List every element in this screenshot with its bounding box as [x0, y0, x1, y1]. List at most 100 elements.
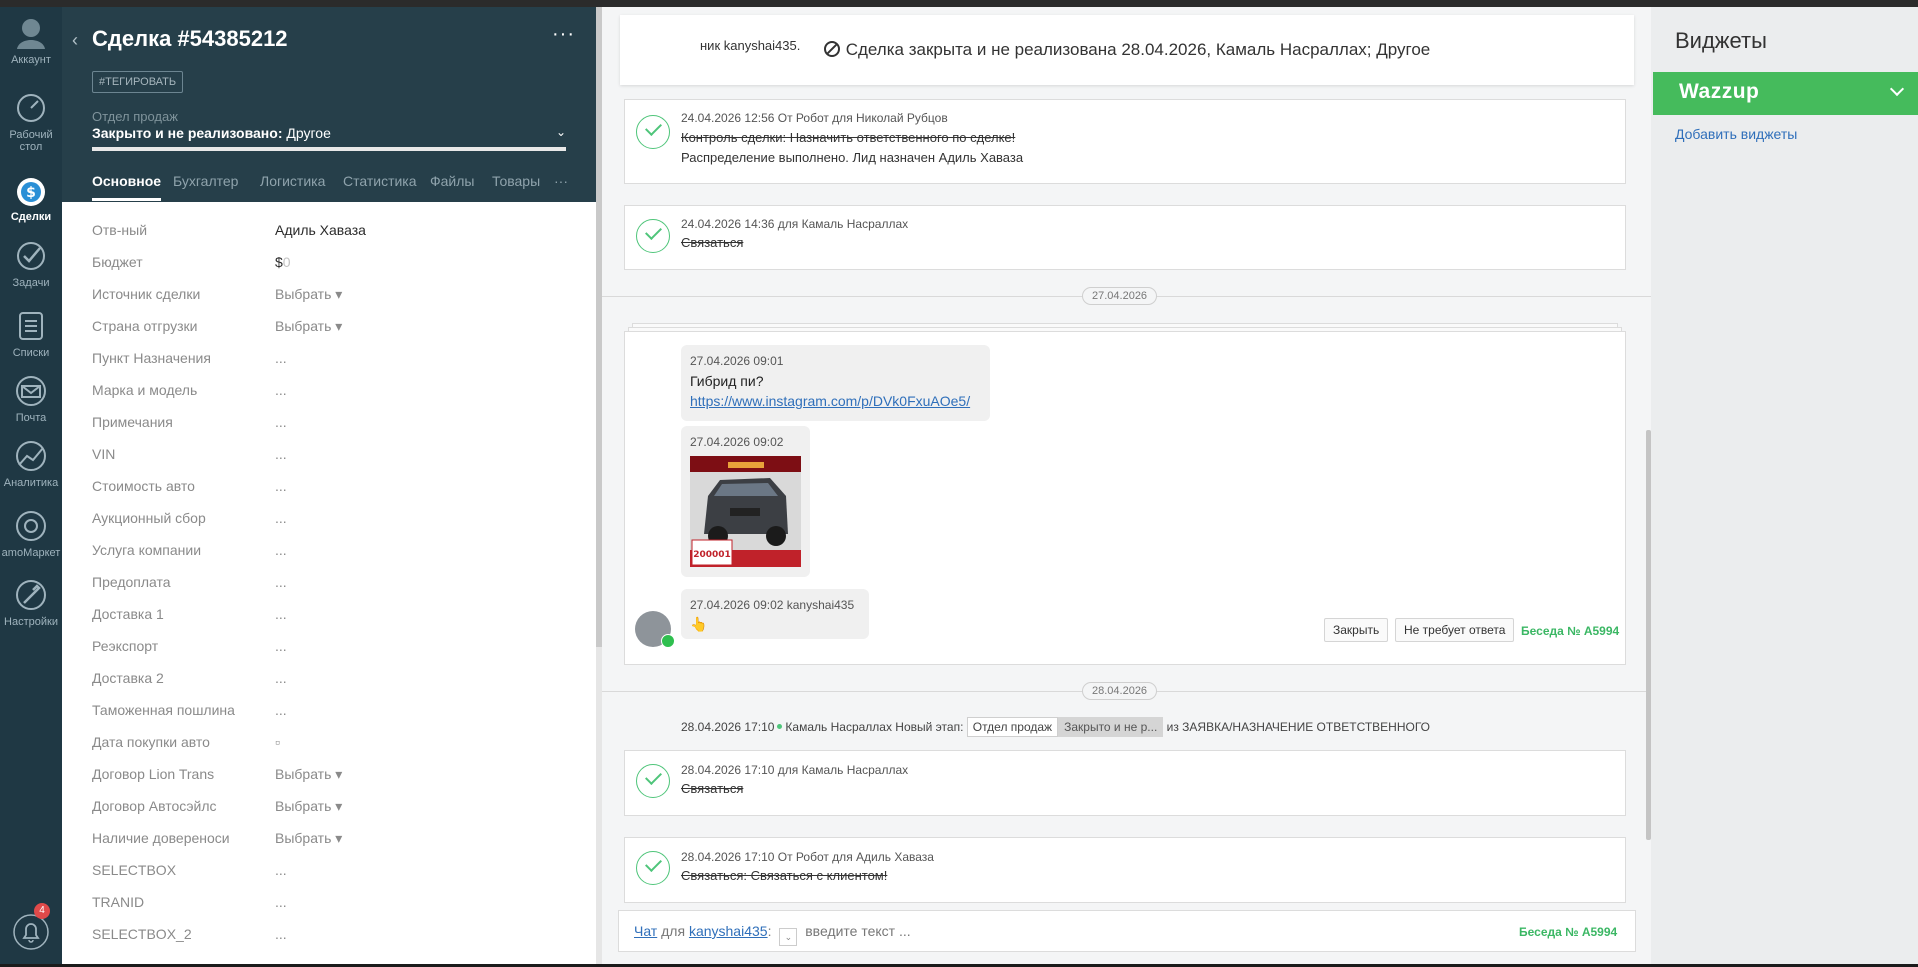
task-card: 24.04.2026 12:56 От Робот для Николай Ру…: [624, 99, 1626, 184]
field-value[interactable]: Адиль Хаваза: [275, 222, 366, 238]
tab-statistics[interactable]: Статистика: [343, 173, 417, 189]
notifications-bell-icon[interactable]: [12, 913, 50, 951]
field-row: Доставка 1...: [92, 606, 572, 638]
field-value[interactable]: ...: [275, 542, 287, 558]
field-row: Отв-ный Адиль Хаваза: [92, 222, 572, 254]
back-arrow-icon[interactable]: ‹: [72, 30, 78, 51]
tabs-more-icon[interactable]: ···: [554, 173, 568, 189]
nav-analytics[interactable]: Аналитика: [0, 438, 62, 489]
nav-dashboard[interactable]: Рабочий стол: [0, 90, 62, 153]
field-value[interactable]: ...: [275, 350, 287, 366]
field-label: Пункт Назначения: [92, 350, 211, 366]
chat-user-link[interactable]: kanyshai435: [689, 923, 768, 939]
task-card: 28.04.2026 17:10 От Робот для Адиль Хава…: [624, 837, 1626, 903]
tab-files[interactable]: Файлы: [430, 173, 474, 189]
field-value[interactable]: ...: [275, 478, 287, 494]
field-label: Наличие довереноси: [92, 830, 230, 846]
task-text: Связаться: [681, 235, 744, 250]
task-meta: 24.04.2026 14:36 для Камаль Насраллах: [681, 217, 909, 231]
budget-value[interactable]: $0: [275, 254, 291, 270]
field-row: Пункт Назначения...: [92, 350, 572, 382]
field-value[interactable]: ...: [275, 382, 287, 398]
chat-for-word: для: [661, 923, 686, 939]
check-circle-icon[interactable]: [636, 115, 670, 149]
field-value[interactable]: ...: [275, 606, 287, 622]
message-link[interactable]: https://www.instagram.com/p/DVk0FxuAOe5/: [690, 393, 970, 409]
stage-rest: Другое: [282, 125, 331, 141]
chat-conversation-number[interactable]: Беседа № A5994: [1519, 925, 1617, 939]
deal-panel: ‹ Сделка #54385212 ··· #ТЕГИРОВАТЬ Отдел…: [62, 7, 596, 964]
nav-market[interactable]: amoМаркет: [0, 508, 62, 559]
tab-logistics[interactable]: Логистика: [260, 173, 325, 189]
nav-tasks[interactable]: Задачи: [0, 238, 62, 289]
field-value[interactable]: ...: [275, 926, 287, 942]
field-label: TRANID: [92, 894, 145, 910]
widgets-title: Виджеты: [1675, 28, 1767, 53]
stage-chip-status: Закрыто и не р...: [1058, 717, 1164, 737]
field-value[interactable]: ...: [275, 894, 287, 910]
close-conversation-button[interactable]: Закрыть: [1324, 618, 1389, 642]
message-text: Гибрид пи?: [690, 373, 764, 389]
field-select[interactable]: Выбрать ▾: [275, 286, 342, 303]
chat-link[interactable]: Чат: [634, 923, 657, 939]
check-circle-icon[interactable]: [636, 851, 670, 885]
event-time: 28.04.2026 17:10: [681, 720, 775, 734]
check-circle-icon[interactable]: [636, 219, 670, 253]
lists-icon: [19, 312, 43, 340]
stage-progress-bar: [92, 147, 566, 151]
wazzup-widget[interactable]: Wazzup: [1653, 72, 1918, 115]
settings-wrench-icon: [16, 580, 46, 610]
field-row: Бюджет $0: [92, 254, 572, 286]
field-select[interactable]: Выбрать ▾: [275, 798, 342, 815]
field-value[interactable]: ...: [275, 574, 287, 590]
task-meta: 28.04.2026 17:10 От Робот для Адиль Хава…: [681, 850, 934, 864]
field-select[interactable]: Выбрать ▾: [275, 766, 342, 783]
field-value[interactable]: ...: [275, 446, 287, 462]
field-select[interactable]: Выбрать ▾: [275, 318, 342, 335]
message-bubble: 27.04.2026 09:02 kanyshai435 👆: [681, 589, 869, 639]
budget-amount: 0: [282, 254, 291, 270]
deal-tabs: Основное Бухгалтер Логистика Статистика …: [92, 173, 582, 202]
no-reply-button[interactable]: Не требует ответа: [1395, 618, 1515, 642]
add-widgets-link[interactable]: Добавить виджеты: [1675, 126, 1797, 142]
date-pill: 27.04.2026: [1082, 287, 1158, 305]
nav-deals[interactable]: $ Сделки: [0, 172, 62, 223]
field-label: Отв-ный: [92, 222, 148, 238]
field-select[interactable]: Выбрать ▾: [275, 830, 342, 847]
deal-title: Сделка #54385212: [92, 26, 288, 51]
tab-products[interactable]: Товары: [492, 173, 540, 189]
calendar-icon[interactable]: ▫: [275, 734, 280, 750]
nav-settings[interactable]: Настройки: [0, 577, 62, 628]
pipeline-label: Отдел продаж: [92, 109, 178, 124]
field-value[interactable]: ...: [275, 702, 287, 718]
feed-panel: ник kanyshai435. Сделка закрыта и не реа…: [602, 7, 1651, 964]
field-value[interactable]: ...: [275, 510, 287, 526]
field-row: TRANID...: [92, 894, 572, 926]
chevron-down-icon: [1889, 81, 1905, 97]
chevron-down-icon[interactable]: ⌄: [779, 928, 798, 946]
car-photo-image[interactable]: 200001: [690, 456, 801, 567]
nav-lists[interactable]: Списки: [0, 308, 62, 359]
chat-input[interactable]: введите текст ...: [805, 923, 910, 939]
field-row: Услуга компании...: [92, 542, 572, 574]
field-row: Предоплата...: [92, 574, 572, 606]
conversation-number[interactable]: Беседа № A5994: [1521, 624, 1619, 638]
field-value[interactable]: ...: [275, 670, 287, 686]
more-menu-icon[interactable]: ···: [552, 23, 575, 46]
tab-main[interactable]: Основное: [92, 173, 162, 201]
image-price-badge: 200001: [693, 550, 731, 560]
field-label: Договор Автосэйлс: [92, 798, 217, 814]
nav-account[interactable]: Аккаунт: [0, 15, 62, 66]
chat-colon: :: [767, 923, 772, 939]
check-circle-icon[interactable]: [636, 764, 670, 798]
dashboard-icon: [17, 94, 45, 122]
analytics-icon: [16, 441, 46, 471]
stage-selector[interactable]: Закрыто и не реализовано: Другое ⌄: [92, 125, 566, 141]
tab-accounting[interactable]: Бухгалтер: [173, 173, 238, 189]
field-value[interactable]: ...: [275, 414, 287, 430]
tag-button[interactable]: #ТЕГИРОВАТЬ: [92, 71, 184, 93]
field-value[interactable]: ...: [275, 638, 287, 654]
nav-mail[interactable]: Почта: [0, 373, 62, 424]
stage-chip-pipeline: Отдел продаж: [966, 717, 1059, 737]
field-value[interactable]: ...: [275, 862, 287, 878]
